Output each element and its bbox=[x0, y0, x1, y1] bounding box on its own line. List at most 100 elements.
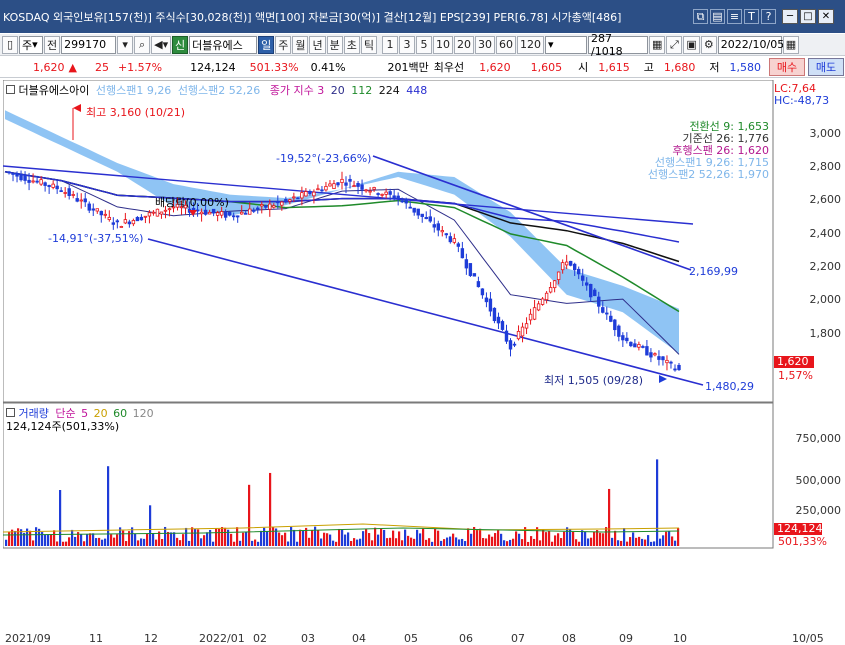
volume-bar bbox=[362, 531, 365, 546]
legend-ma-20: 20 bbox=[330, 84, 345, 97]
candle-body bbox=[552, 280, 557, 289]
candle-body bbox=[272, 205, 276, 208]
volume-bar bbox=[161, 539, 164, 546]
preferred-label: 최우선 bbox=[433, 61, 465, 74]
candle-body bbox=[613, 319, 617, 331]
candle-body bbox=[308, 190, 312, 195]
volume-bar bbox=[260, 530, 263, 546]
volume-bar bbox=[398, 531, 401, 546]
prefix-label[interactable]: 전 bbox=[44, 35, 61, 54]
buy-button[interactable]: 매수 bbox=[769, 58, 806, 76]
candle-body bbox=[376, 193, 380, 195]
grid-icon[interactable]: ▦ bbox=[648, 35, 666, 54]
interval-5[interactable]: 5 bbox=[415, 35, 432, 54]
volume-toggle-icon[interactable] bbox=[6, 408, 15, 417]
volume-bar bbox=[590, 537, 593, 546]
candle-body bbox=[508, 340, 513, 350]
candle-body bbox=[163, 209, 168, 212]
candle-body bbox=[95, 208, 99, 212]
legend-toggle-icon[interactable] bbox=[6, 85, 15, 94]
volume-bar bbox=[515, 531, 518, 546]
interval-120[interactable]: 120 bbox=[516, 35, 544, 54]
volume-bar bbox=[500, 533, 503, 546]
date-input[interactable]: 2022/10/05 bbox=[717, 35, 784, 54]
window-icon[interactable]: ⧉ bbox=[693, 9, 708, 24]
candle-body bbox=[131, 220, 136, 225]
candle-body bbox=[641, 346, 645, 348]
candle-body bbox=[649, 352, 653, 358]
minimize-button[interactable]: ─ bbox=[782, 9, 798, 24]
volume-bar bbox=[47, 534, 50, 546]
volume-bar bbox=[503, 540, 506, 546]
sell-button[interactable]: 매도 bbox=[808, 58, 845, 76]
volume-bar bbox=[245, 531, 248, 546]
candle-body bbox=[23, 175, 27, 181]
volume-bar bbox=[179, 540, 182, 546]
maximize-button[interactable]: □ bbox=[800, 9, 816, 24]
help-icon[interactable]: ? bbox=[761, 9, 776, 24]
trend-value-lower: 1,480,29 bbox=[705, 380, 754, 393]
interval-3[interactable]: 3 bbox=[398, 35, 415, 54]
list-icon[interactable]: ≡ bbox=[727, 9, 742, 24]
candle-body bbox=[111, 222, 116, 225]
period-daily[interactable]: 일 bbox=[258, 35, 275, 54]
volume-bar bbox=[194, 528, 197, 546]
volume-bar bbox=[491, 536, 494, 546]
period-minute[interactable]: 분 bbox=[326, 35, 343, 54]
volume-bar bbox=[230, 533, 233, 546]
y-tick-1800: 1,800 bbox=[809, 327, 842, 340]
custom-interval-input[interactable]: ▾ bbox=[544, 35, 587, 54]
market-select[interactable]: 주 ▾ bbox=[19, 35, 43, 54]
interval-10[interactable]: 10 bbox=[432, 35, 453, 54]
code-input[interactable]: 299170 bbox=[61, 35, 117, 54]
candle-body bbox=[119, 226, 124, 228]
period-weekly[interactable]: 주 bbox=[275, 35, 292, 54]
volume-bar bbox=[359, 538, 362, 546]
layout-icon[interactable]: ▯ bbox=[2, 35, 18, 54]
candle-body bbox=[428, 216, 432, 222]
period-monthly[interactable]: 월 bbox=[292, 35, 309, 54]
interval-60[interactable]: 60 bbox=[495, 35, 516, 54]
volume-bar bbox=[215, 528, 218, 546]
period-second[interactable]: 초 bbox=[343, 35, 360, 54]
code-dropdown[interactable]: ▾ bbox=[117, 35, 134, 54]
x-tick-02: 02 bbox=[253, 632, 267, 645]
search-icon[interactable]: ⌕ bbox=[134, 35, 151, 54]
volume-bar bbox=[647, 535, 650, 546]
candle-body bbox=[123, 219, 128, 224]
close-button[interactable]: ✕ bbox=[818, 9, 834, 24]
period-tick[interactable]: 틱 bbox=[360, 35, 377, 54]
interval-30[interactable]: 30 bbox=[474, 35, 495, 54]
volume-current-pct: 501,33% bbox=[778, 535, 827, 548]
gear-icon[interactable]: ⚙ bbox=[700, 35, 717, 54]
chart-area[interactable]: 더블유에스아이 선행스팬1 9,26 선행스팬2 52,26 종가 지수 3 2… bbox=[2, 79, 845, 645]
interval-20[interactable]: 20 bbox=[453, 35, 474, 54]
candle-body bbox=[380, 193, 384, 196]
volume-bar bbox=[650, 541, 653, 546]
period-yearly[interactable]: 년 bbox=[309, 35, 326, 54]
volume-bar bbox=[494, 533, 497, 546]
volume-bar bbox=[485, 538, 488, 546]
candle-body bbox=[412, 207, 416, 213]
volume-bar bbox=[89, 533, 92, 546]
candle-body bbox=[540, 298, 545, 305]
text-icon[interactable]: T bbox=[744, 9, 759, 24]
candle-body bbox=[360, 184, 364, 190]
calendar-icon[interactable]: ▦ bbox=[782, 35, 800, 54]
candle-body bbox=[669, 361, 673, 364]
candle-body bbox=[39, 179, 43, 185]
volume-bar bbox=[659, 538, 662, 546]
chart-type-icon[interactable]: ⤢ bbox=[666, 35, 683, 54]
volume-bar bbox=[431, 541, 434, 546]
candle-body bbox=[617, 325, 621, 337]
save-icon[interactable]: ▣ bbox=[683, 35, 700, 54]
volume-bar bbox=[410, 537, 413, 546]
speaker-icon[interactable]: ◀▾ bbox=[151, 35, 172, 54]
candle-body bbox=[147, 212, 152, 217]
interval-1[interactable]: 1 bbox=[381, 35, 398, 54]
high-price: 1,680 bbox=[663, 60, 696, 74]
candle-body bbox=[593, 289, 597, 297]
volume-bar bbox=[617, 540, 620, 546]
print-icon[interactable]: ▤ bbox=[710, 9, 725, 24]
volume-bar bbox=[542, 529, 545, 546]
